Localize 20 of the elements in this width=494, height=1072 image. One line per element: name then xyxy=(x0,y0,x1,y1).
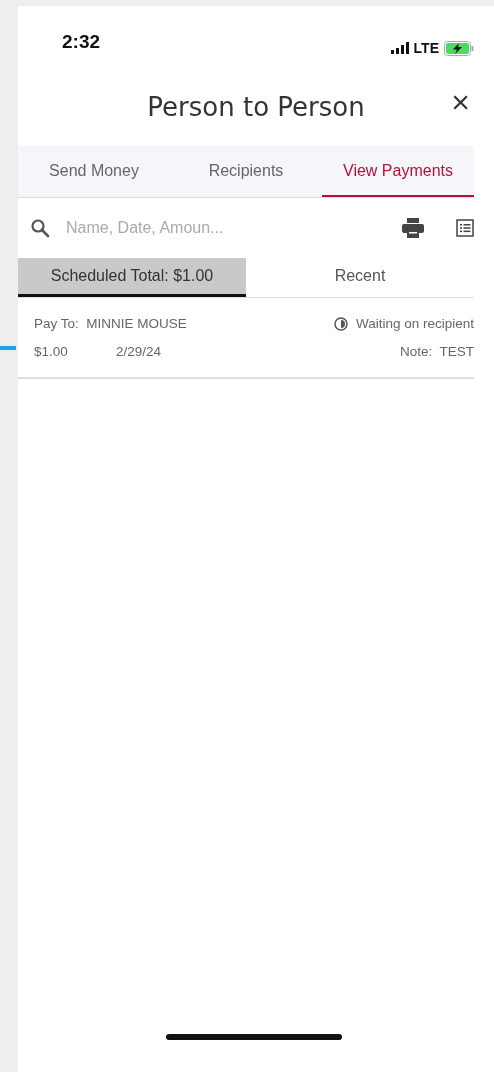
battery-icon xyxy=(444,40,474,56)
network-label: LTE xyxy=(413,38,439,58)
list-icon[interactable] xyxy=(456,219,474,237)
note-text: Note: TEST xyxy=(399,343,474,362)
tab[interactable]: View Payments xyxy=(322,146,474,197)
edge-mark xyxy=(0,346,16,350)
payee-label: Pay To: MINNIE MOUSE xyxy=(34,315,187,333)
amount-text: $1.00 xyxy=(34,343,69,362)
pending-icon xyxy=(333,317,348,332)
search-icon xyxy=(30,218,50,238)
status-text: Waiting on recipient xyxy=(355,315,474,333)
tab[interactable]: Send Money xyxy=(18,146,170,197)
date-text: 2/29/24 xyxy=(116,343,162,362)
close-button[interactable]: × xyxy=(447,86,474,118)
signal-icon xyxy=(390,42,409,54)
tab[interactable]: Recipients xyxy=(170,146,322,197)
page-title: Person to Person xyxy=(147,90,365,124)
status-time: 2:32 xyxy=(62,30,101,54)
printer-icon[interactable] xyxy=(402,218,424,238)
segment-tab[interactable]: Scheduled Total: $1.00 xyxy=(18,258,246,297)
